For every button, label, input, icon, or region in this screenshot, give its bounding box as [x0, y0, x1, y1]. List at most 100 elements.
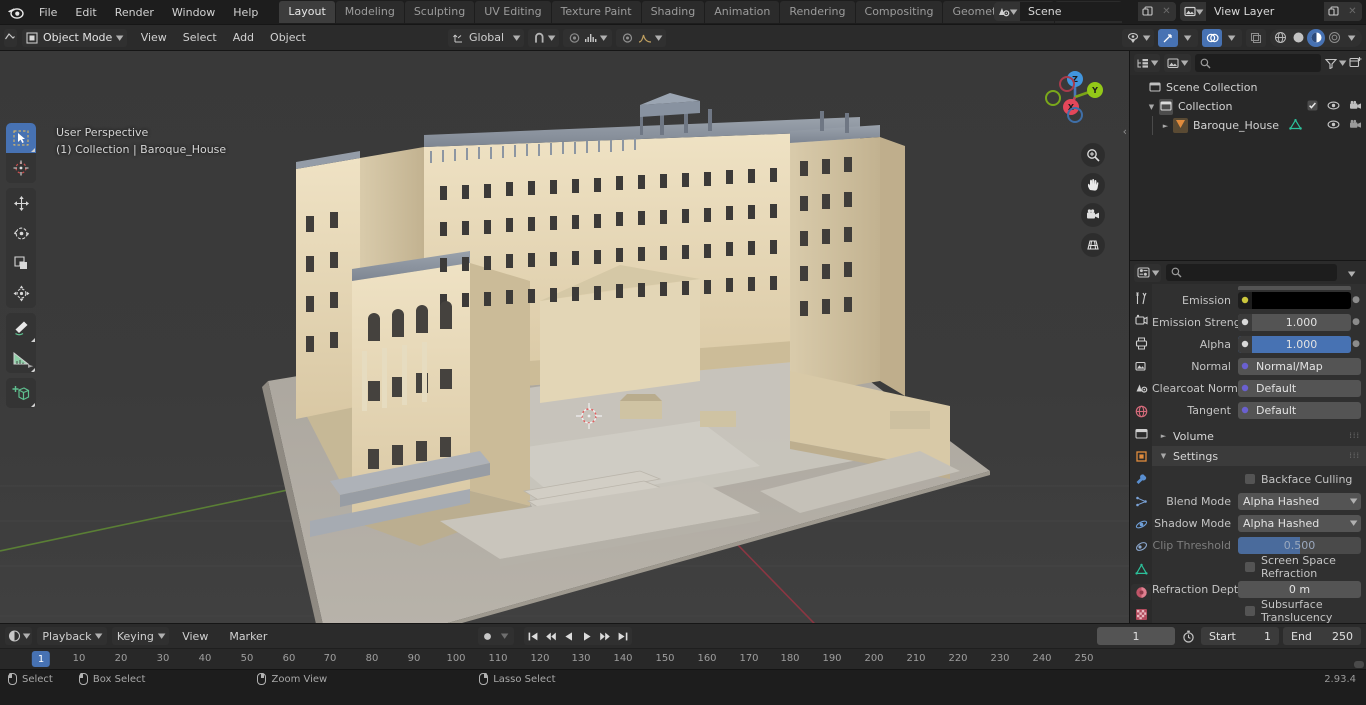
tab-animation[interactable]: Animation — [705, 1, 780, 23]
output-tab[interactable] — [1131, 335, 1151, 352]
play-button[interactable] — [578, 627, 596, 645]
wireframe-shading-button[interactable] — [1271, 29, 1289, 47]
end-frame-field[interactable]: End 250 — [1283, 627, 1361, 645]
clip-threshold-field[interactable]: 0.500 — [1238, 536, 1361, 554]
navigation-gizmo[interactable]: Z Y X — [1041, 63, 1109, 131]
menu-help[interactable]: Help — [224, 3, 267, 22]
camera-icon[interactable] — [1349, 119, 1362, 133]
gizmo-options-button[interactable]: ▼ — [1178, 29, 1198, 47]
view-layer-icon[interactable]: ▼ — [1180, 2, 1206, 21]
3d-viewport[interactable]: User Perspective (1) Collection | Baroqu… — [0, 50, 1129, 623]
use-preview-range-button[interactable] — [1179, 630, 1197, 643]
subsurface-translucency-row[interactable]: Subsurface Translucency — [1152, 598, 1366, 623]
screen-space-refraction-checkbox[interactable] — [1245, 562, 1255, 572]
scene-tab[interactable] — [1131, 380, 1151, 397]
snap-controls[interactable]: ▼ — [528, 28, 560, 47]
scene-name[interactable]: Scene — [1020, 2, 1138, 21]
settings-section-header[interactable]: ▼ Settings ⁞⁞⁞ — [1152, 446, 1366, 466]
next-keyframe-button[interactable] — [596, 627, 614, 645]
viewport-menu-add[interactable]: Add — [225, 29, 262, 46]
tab-shading[interactable]: Shading — [641, 1, 705, 23]
camera-icon[interactable] — [1081, 203, 1105, 227]
viewport-menu-object[interactable]: Object — [262, 29, 314, 46]
animate-property-dot[interactable]: ● — [1351, 317, 1361, 327]
auto-keying-button[interactable] — [478, 627, 496, 645]
volume-section-header[interactable]: ► Volume ⁞⁞⁞ — [1152, 426, 1366, 446]
gizmo-axis-neg-x[interactable] — [1059, 76, 1075, 92]
animate-property-dot[interactable]: ● — [1351, 295, 1361, 305]
keying-options-button[interactable]: ▼ — [496, 627, 514, 645]
outliner-row-scene-collection[interactable]: Scene Collection — [1130, 78, 1366, 97]
particles-tab[interactable] — [1131, 493, 1151, 510]
clearcoat-normal-field[interactable]: Default — [1238, 379, 1361, 397]
gizmo-axis-neg-y[interactable] — [1045, 90, 1061, 106]
emission-color-swatch[interactable] — [1252, 291, 1351, 309]
menu-render[interactable]: Render — [106, 3, 163, 22]
gizmo-axis-neg-z[interactable] — [1067, 107, 1083, 123]
grid-icon[interactable] — [1081, 233, 1105, 257]
subsurface-translucency-checkbox[interactable] — [1245, 606, 1255, 616]
timeline-menu-view[interactable]: View — [174, 628, 216, 645]
outliner-display-mode[interactable]: ▼ — [1164, 54, 1191, 72]
menu-window[interactable]: Window — [163, 3, 224, 22]
move-tool[interactable] — [6, 188, 36, 218]
eye-icon[interactable] — [1327, 119, 1340, 133]
scale-tool[interactable] — [6, 248, 36, 278]
proportional-falloff-selector[interactable]: ▼ — [615, 28, 667, 47]
tab-uv-editing[interactable]: UV Editing — [475, 1, 551, 23]
viewport-menu-view[interactable]: View — [133, 29, 175, 46]
object-tab[interactable] — [1131, 448, 1151, 465]
remove-view-layer-button[interactable]: ✕ — [1343, 2, 1362, 21]
playhead[interactable]: 1 — [31, 651, 51, 667]
properties-search-input[interactable] — [1166, 264, 1337, 281]
annotate-tool[interactable] — [6, 313, 36, 343]
backface-culling-row[interactable]: Backface Culling — [1152, 469, 1366, 489]
object-mode-selector[interactable]: Object Mode ▼ — [22, 28, 127, 47]
gizmo-axis-y[interactable]: Y — [1087, 82, 1103, 98]
new-view-layer-button[interactable] — [1324, 2, 1343, 21]
jump-to-start-button[interactable] — [524, 627, 542, 645]
timeline-ruler[interactable]: 1 10 20 30 40 50 60 70 80 90 100 110 120… — [0, 648, 1366, 669]
scene-selector[interactable]: ▼ Scene ✕ — [994, 2, 1176, 21]
new-scene-button[interactable] — [1138, 2, 1157, 21]
eye-icon[interactable] — [1327, 100, 1340, 114]
outliner-search-input[interactable] — [1194, 54, 1321, 72]
outliner-new-collection-button[interactable] — [1349, 56, 1362, 71]
editor-type-button[interactable] — [4, 28, 17, 47]
animate-property-dot[interactable]: ● — [1351, 339, 1361, 349]
toggle-xray-button[interactable] — [1246, 29, 1266, 47]
timeline-editor-type-button[interactable]: ▼ — [5, 627, 33, 645]
timeline-menu-marker[interactable]: Marker — [221, 628, 275, 645]
backface-culling-checkbox[interactable] — [1245, 474, 1255, 484]
keying-menu[interactable]: Keying ▼ — [111, 627, 170, 645]
unlink-scene-button[interactable]: ✕ — [1157, 2, 1176, 21]
previous-keyframe-button[interactable] — [542, 627, 560, 645]
show-gizmo-button[interactable] — [1158, 28, 1178, 47]
view-layer-selector[interactable]: ▼ View Layer ✕ — [1180, 2, 1362, 21]
menu-file[interactable]: File — [30, 3, 66, 22]
timeline-scrollbar[interactable] — [1354, 661, 1364, 668]
current-frame-field[interactable]: 1 — [1097, 627, 1175, 645]
overlay-options-button[interactable]: ▼ — [1222, 29, 1242, 47]
screen-space-refraction-row[interactable]: Screen Space Refraction — [1152, 554, 1366, 580]
outliner-row-collection[interactable]: ▼ Collection — [1130, 97, 1366, 116]
tweak-select-tool[interactable] — [6, 123, 36, 153]
material-tab[interactable] — [1131, 583, 1151, 601]
constraints-tab[interactable] — [1131, 539, 1151, 556]
show-overlays-button[interactable] — [1202, 28, 1222, 47]
outliner-editor-type-button[interactable]: ▼ — [1134, 54, 1161, 72]
alpha-field[interactable]: 1.000 — [1238, 335, 1351, 353]
proportional-editing-controls[interactable]: ▼ — [563, 28, 612, 47]
normal-field[interactable]: Normal/Map — [1238, 357, 1361, 375]
view-layer-name[interactable]: View Layer — [1206, 2, 1324, 21]
start-frame-field[interactable]: Start 1 — [1201, 627, 1279, 645]
tab-rendering[interactable]: Rendering — [780, 1, 855, 23]
tab-texture-paint[interactable]: Texture Paint — [551, 1, 641, 23]
data-tab[interactable] — [1131, 561, 1151, 578]
viewport-sidebar-toggle[interactable]: ‹ — [1123, 125, 1127, 138]
hand-icon[interactable] — [1081, 173, 1105, 197]
rendered-shading-button[interactable] — [1325, 29, 1343, 47]
blend-mode-dropdown[interactable]: Alpha Hashed ▼ — [1238, 492, 1361, 510]
scene-icon[interactable]: ▼ — [994, 2, 1020, 21]
physics-tab[interactable] — [1131, 516, 1151, 533]
